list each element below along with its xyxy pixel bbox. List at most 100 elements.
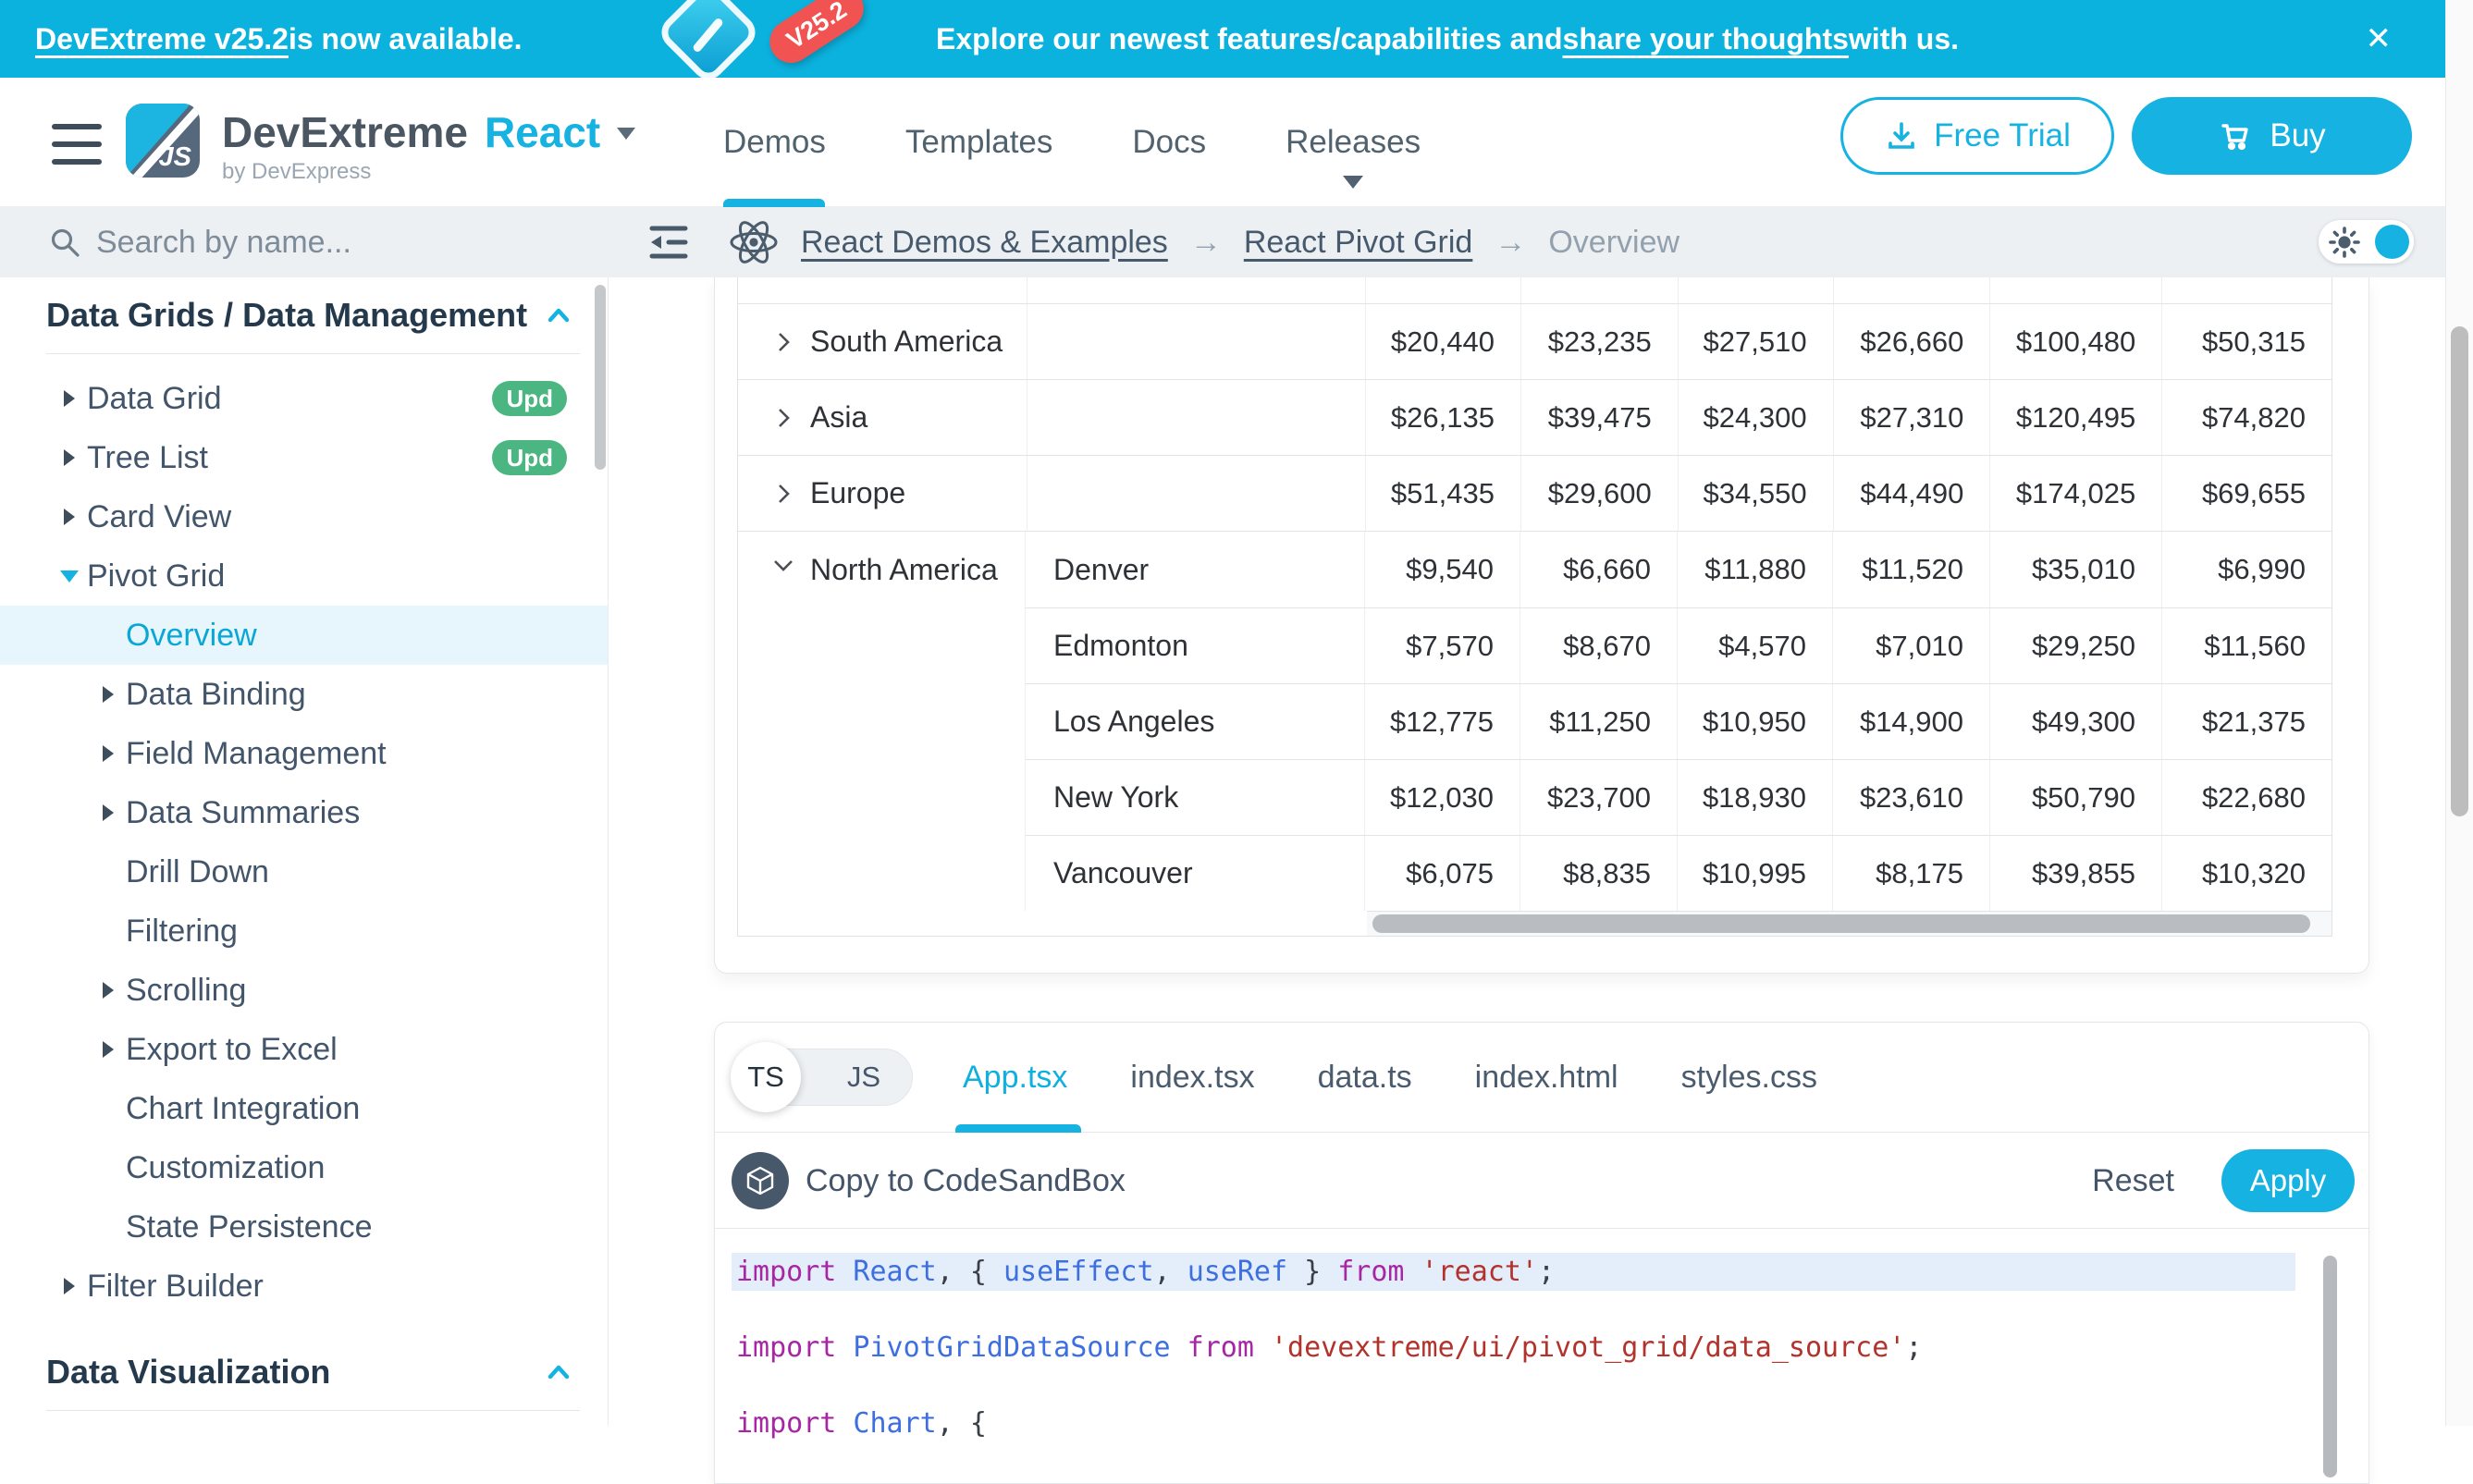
hamburger-menu-icon[interactable] — [52, 124, 102, 177]
tab-index-html[interactable]: index.html — [1475, 1060, 1618, 1096]
nav-demos[interactable]: Demos — [723, 124, 826, 161]
collapsed-arrow-icon[interactable] — [103, 804, 114, 821]
sidebar-section-data-grids[interactable]: Data Grids / Data Management — [0, 277, 608, 353]
collapsed-arrow-icon[interactable] — [103, 1041, 114, 1058]
collapsed-arrow-icon[interactable] — [103, 745, 114, 762]
code-scrollbar-thumb[interactable] — [2323, 1256, 2337, 1478]
pivot-row-edmonton: Edmonton $7,570 $8,670 $4,570 $7,010 $29… — [1026, 607, 2332, 683]
collapsed-arrow-icon[interactable] — [64, 449, 75, 466]
pivot-cell: $14,900 — [1833, 684, 1990, 759]
chevron-up-icon[interactable] — [547, 306, 571, 325]
codesandbox-row: Copy to CodeSandBox Reset Apply — [715, 1133, 2368, 1229]
pivot-cell: $18,930 — [1678, 760, 1833, 835]
sidebar-item-chart-integration[interactable]: Chart Integration — [0, 1079, 608, 1138]
chevron-right-icon[interactable] — [771, 482, 795, 506]
collapsed-arrow-icon[interactable] — [64, 390, 75, 407]
sidebar-item-tree-list[interactable]: Tree List Upd — [0, 428, 608, 487]
tab-index-tsx[interactable]: index.tsx — [1130, 1060, 1254, 1096]
nav-templates[interactable]: Templates — [905, 124, 1053, 161]
divider — [46, 1410, 580, 1411]
tab-styles-css[interactable]: styles.css — [1681, 1060, 1817, 1096]
expanded-arrow-icon[interactable] — [60, 570, 79, 583]
breadcrumb-demos-link[interactable]: React Demos & Examples — [801, 225, 1168, 261]
code-editor[interactable]: import React, { useEffect, useRef } from… — [715, 1229, 2368, 1442]
sidebar-item-customization[interactable]: Customization — [0, 1138, 608, 1197]
row-header-edmonton[interactable]: Edmonton — [1026, 608, 1365, 683]
reset-button[interactable]: Reset — [2092, 1133, 2174, 1229]
theme-toggle-knob[interactable] — [2375, 225, 2409, 259]
banner-release-text: DevExtreme v25.2 is now available. — [35, 0, 523, 78]
brand-block[interactable]: DevExtreme React by DevExpress — [222, 107, 635, 185]
pivot-cell: $21,375 — [2162, 684, 2332, 759]
ts-toggle-selected[interactable]: TS — [731, 1042, 801, 1112]
theme-toggle[interactable] — [2319, 220, 2414, 264]
chevron-right-icon[interactable] — [771, 330, 795, 354]
code-line: import Chart, { — [715, 1404, 2368, 1442]
row-header-denver[interactable]: Denver — [1026, 532, 1365, 607]
sidebar-item-field-management[interactable]: Field Management — [0, 724, 608, 783]
collapsed-arrow-icon[interactable] — [64, 1278, 75, 1294]
page-scrollbar[interactable] — [2445, 0, 2473, 1426]
pivot-cell: $27,510 — [1679, 304, 1834, 379]
sidebar-item-drill-down[interactable]: Drill Down — [0, 842, 608, 901]
breadcrumb: React Demos & Examples → React Pivot Gri… — [647, 207, 1679, 277]
sidebar-item-data-binding[interactable]: Data Binding — [0, 665, 608, 724]
sidebar-scrollbar-thumb[interactable] — [595, 285, 606, 470]
js-toggle-option[interactable]: JS — [847, 1049, 880, 1105]
horizontal-scrollbar-thumb[interactable] — [1372, 914, 2310, 933]
sidebar-item-overview[interactable]: Overview — [0, 606, 608, 665]
sidebar-item-data-grid[interactable]: Data Grid Upd — [0, 369, 608, 428]
tab-app-tsx[interactable]: App.tsx — [963, 1060, 1067, 1096]
row-header-asia[interactable]: Asia — [738, 380, 1027, 455]
ts-js-toggle[interactable]: TS JS — [732, 1049, 913, 1106]
banner-release-link[interactable]: DevExtreme v25.2 — [35, 22, 289, 56]
pivot-cell: $22,680 — [2162, 760, 2332, 835]
sidebar-item-pivot-grid[interactable]: Pivot Grid — [0, 546, 608, 606]
sidebar-item-filter-builder[interactable]: Filter Builder — [0, 1257, 608, 1316]
upd-badge: Upd — [492, 381, 567, 416]
page-scrollbar-thumb[interactable] — [2451, 326, 2468, 816]
breadcrumb-pivot-grid-link[interactable]: React Pivot Grid — [1244, 225, 1473, 261]
apply-button[interactable]: Apply — [2221, 1149, 2355, 1212]
pivot-cell: $23,235 — [1521, 304, 1679, 379]
collapsed-arrow-icon[interactable] — [103, 686, 114, 703]
pivot-horizontal-scrollbar — [738, 911, 2332, 936]
collapsed-arrow-icon[interactable] — [103, 982, 114, 999]
pivot-cell: $8,835 — [1520, 836, 1678, 911]
sidebar-item-filtering[interactable]: Filtering — [0, 901, 608, 961]
nav-docs[interactable]: Docs — [1132, 124, 1206, 161]
framework-dropdown-caret-icon[interactable] — [617, 128, 635, 149]
sidebar-item-scrolling[interactable]: Scrolling — [0, 961, 608, 1020]
search-input[interactable] — [96, 207, 522, 277]
chevron-down-icon[interactable] — [771, 553, 795, 577]
collapse-sidebar-icon[interactable] — [647, 222, 690, 263]
copy-to-codesandbox-button[interactable]: Copy to CodeSandBox — [806, 1133, 1126, 1229]
row-header-new-york[interactable]: New York — [1026, 760, 1365, 835]
row-header-europe[interactable]: Europe — [738, 456, 1027, 531]
upd-badge: Upd — [492, 440, 567, 475]
pivot-row-vancouver: Vancouver $6,075 $8,835 $10,995 $8,175 $… — [1026, 835, 2332, 911]
row-header-vancouver[interactable]: Vancouver — [1026, 836, 1365, 911]
chevron-right-icon[interactable] — [771, 406, 795, 430]
pivot-cell: $23,610 — [1833, 760, 1990, 835]
row-header-north-america[interactable]: North America — [738, 532, 1026, 911]
nav-releases[interactable]: Releases — [1286, 124, 1421, 161]
sidebar-item-card-view[interactable]: Card View — [0, 487, 608, 546]
buy-button[interactable]: Buy — [2132, 97, 2412, 175]
sidebar-item-data-summaries[interactable]: Data Summaries — [0, 783, 608, 842]
banner-close-icon[interactable]: ✕ — [2366, 0, 2393, 78]
collapsed-arrow-icon[interactable] — [64, 509, 75, 525]
sidebar-section-data-visualization[interactable]: Data Visualization — [0, 1334, 608, 1410]
codesandbox-icon[interactable] — [732, 1152, 789, 1209]
share-thoughts-link[interactable]: share your thoughts — [1563, 22, 1849, 56]
row-header-los-angeles[interactable]: Los Angeles — [1026, 684, 1365, 759]
devextreme-js-logo[interactable]: JS — [126, 104, 200, 178]
pivot-row-new-york: New York $12,030 $23,700 $18,930 $23,610… — [1026, 759, 2332, 835]
tab-data-ts[interactable]: data.ts — [1318, 1060, 1412, 1096]
sidebar-item-state-persistence[interactable]: State Persistence — [0, 1197, 608, 1257]
free-trial-button[interactable]: Free Trial — [1840, 97, 2114, 175]
sidebar-item-export-to-excel[interactable]: Export to Excel — [0, 1020, 608, 1079]
chevron-up-icon[interactable] — [547, 1363, 571, 1381]
row-header-south-america[interactable]: South America — [738, 304, 1027, 379]
pivot-cell: $12,030 — [1365, 760, 1520, 835]
